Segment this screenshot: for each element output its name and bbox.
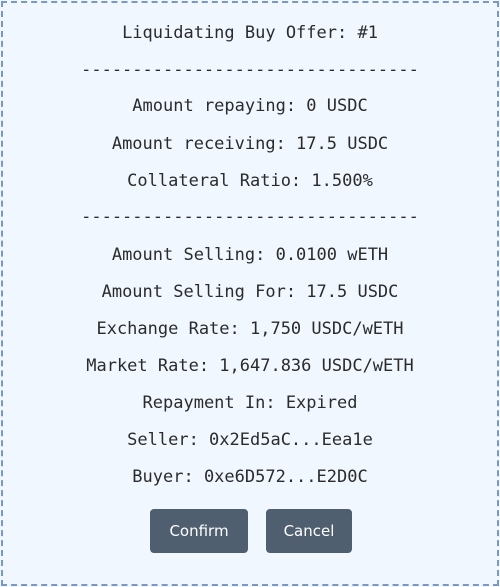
seller-address: Seller: 0x2Ed5aC...Eea1e	[127, 430, 373, 450]
liquidation-dialog: Liquidating Buy Offer: #1 --------------…	[1, 1, 499, 586]
repayment-in: Repayment In: Expired	[142, 393, 358, 413]
dialog-title: Liquidating Buy Offer: #1	[122, 23, 378, 43]
cancel-button[interactable]: Cancel	[266, 509, 352, 553]
amount-selling: Amount Selling: 0.0100 wETH	[111, 245, 389, 265]
collateral-ratio: Collateral Ratio: 1.500%	[127, 171, 373, 191]
amount-repaying: Amount repaying: 0 USDC	[132, 96, 368, 116]
divider-bottom: ---------------------------------	[81, 207, 419, 227]
buyer-address: Buyer: 0xe6D572...E2D0C	[132, 467, 368, 487]
amount-selling-for: Amount Selling For: 17.5 USDC	[101, 282, 399, 302]
divider-top: ---------------------------------	[81, 60, 419, 80]
market-rate: Market Rate: 1,647.836 USDC/wETH	[86, 356, 414, 376]
exchange-rate: Exchange Rate: 1,750 USDC/wETH	[96, 319, 404, 339]
amount-receiving: Amount receiving: 17.5 USDC	[111, 134, 389, 154]
confirm-button[interactable]: Confirm	[150, 509, 248, 553]
